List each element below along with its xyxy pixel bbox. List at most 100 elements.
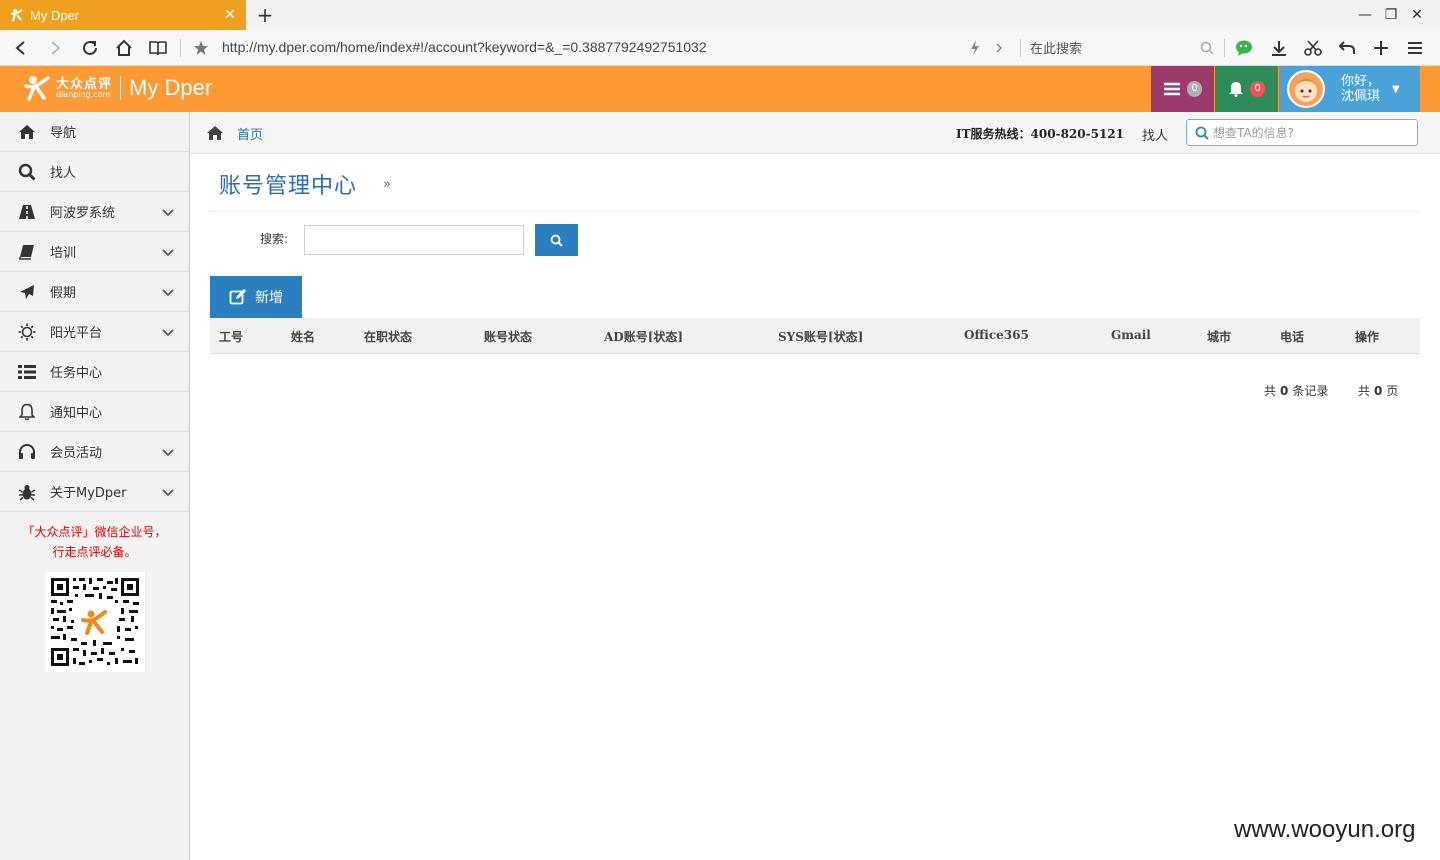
column-header[interactable]: 电话 — [1280, 328, 1304, 345]
caret-down-icon: ▼ — [1392, 83, 1400, 95]
undo-icon[interactable] — [1334, 35, 1360, 61]
column-header[interactable]: 账号状态 — [484, 328, 532, 345]
add-account-button[interactable]: 新增 — [210, 276, 302, 318]
column-header[interactable]: 工号 — [219, 328, 243, 345]
chevron-down-icon — [162, 209, 174, 217]
search-label: 搜索: — [260, 232, 289, 246]
sidebar-item-notifications[interactable]: 通知中心 — [0, 392, 189, 432]
road-icon — [17, 202, 37, 222]
wechat-promo-text: 「大众点评」微信企业号， 行走点评必备。 — [0, 522, 189, 562]
app-name: My Dper — [129, 75, 213, 100]
pager-records-prefix: 共 — [1264, 384, 1277, 398]
search-input[interactable] — [304, 225, 524, 255]
pager-pages-suffix: 页 — [1386, 384, 1399, 398]
logo-cn-text: 大众点评 — [56, 76, 113, 92]
tasks-count-badge: 0 — [1187, 81, 1202, 97]
sidebar-item-tasks[interactable]: 任务中心 — [0, 352, 189, 392]
sidebar-item-find-people[interactable]: 找人 — [0, 152, 189, 192]
search-icon — [1195, 126, 1209, 140]
home-icon — [17, 122, 37, 142]
search-icon — [550, 234, 563, 247]
wechat-icon[interactable] — [1232, 35, 1258, 61]
fast-mode-icon[interactable] — [962, 35, 988, 61]
column-header[interactable]: 在职状态 — [364, 328, 412, 345]
people-search-input[interactable] — [1213, 125, 1413, 140]
chevron-down-icon — [162, 329, 174, 337]
url-chevron-icon[interactable] — [986, 35, 1012, 61]
menu-icon[interactable] — [1402, 35, 1428, 61]
pager-pages-prefix: 共 — [1358, 384, 1371, 398]
app-header: 大众点评 dianping.com My Dper 0 0 你好， 沈佩琪 ▼ — [0, 66, 1440, 112]
reading-mode-icon[interactable] — [145, 35, 171, 61]
bell-icon — [1229, 82, 1243, 97]
reload-icon[interactable] — [77, 35, 103, 61]
restore-icon[interactable]: ❐ — [1378, 0, 1404, 30]
browser-tab-title: My Dper — [30, 7, 80, 23]
browser-toolbar: http://my.dper.com/home/index#!/account?… — [0, 30, 1440, 66]
sidebar-item-holiday[interactable]: 假期 — [0, 272, 189, 312]
breadcrumb-home-link[interactable]: 首页 — [237, 124, 263, 143]
column-header[interactable]: AD账号[状态] — [604, 328, 683, 345]
user-menu[interactable]: 你好， 沈佩琪 ▼ — [1279, 66, 1420, 112]
sidebar-item-label: 阿波罗系统 — [50, 206, 116, 221]
browser-tab-active[interactable]: My Dper ✕ — [0, 0, 246, 30]
accounts-table-header: 工号 姓名 在职状态 账号状态 AD账号[状态] SYS账号[状态] Offic… — [210, 318, 1420, 354]
chevron-down-icon — [162, 289, 174, 297]
column-header[interactable]: 姓名 — [291, 328, 315, 345]
sidebar-item-apollo[interactable]: 阿波罗系统 — [0, 192, 189, 232]
sidebar-item-label: 任务中心 — [50, 366, 103, 381]
it-hotline-text: IT服务热线：400-820-5121 — [956, 127, 1125, 141]
download-icon[interactable] — [1266, 35, 1292, 61]
sidebar-item-nav[interactable]: 导航 — [0, 112, 189, 152]
column-header[interactable]: Gmail — [1111, 328, 1151, 342]
add-icon[interactable] — [1368, 35, 1394, 61]
new-tab-button[interactable]: + — [254, 3, 276, 27]
plane-icon — [17, 282, 37, 302]
toolbar-divider — [180, 39, 181, 57]
list-icon — [17, 362, 37, 382]
chevron-down-icon — [162, 489, 174, 497]
forward-icon[interactable] — [42, 35, 68, 61]
back-icon[interactable] — [8, 35, 34, 61]
pager-pages-count: 0 — [1374, 384, 1383, 398]
scissors-icon[interactable] — [1300, 35, 1326, 61]
page-title-arrow: » — [383, 177, 391, 192]
window-close-icon[interactable]: ✕ — [1404, 0, 1430, 30]
sidebar-item-label: 导航 — [50, 126, 77, 141]
notifications-button[interactable]: 0 — [1215, 66, 1278, 112]
browser-tab-bar: My Dper ✕ + — ❐ ✕ — [0, 0, 1440, 30]
column-header[interactable]: 操作 — [1355, 328, 1379, 345]
column-header[interactable]: SYS账号[状态] — [778, 328, 863, 345]
browser-search-field[interactable]: 在此搜索 — [1030, 38, 1220, 57]
home-browser-icon[interactable] — [111, 35, 137, 61]
home-icon[interactable] — [206, 124, 224, 142]
minimize-icon[interactable]: — — [1352, 0, 1378, 30]
greeting-line1: 你好， — [1341, 74, 1381, 89]
logo-en-text: dianping.com — [56, 89, 111, 99]
column-header[interactable]: Office365 — [964, 328, 1029, 342]
sidebar-item-label: 关于MyDper — [50, 486, 127, 501]
bell-icon — [17, 402, 37, 422]
tab-close-icon[interactable]: ✕ — [220, 7, 240, 23]
pager-records-count: 0 — [1280, 384, 1289, 398]
toolbar-divider — [1020, 39, 1021, 57]
sidebar-item-training[interactable]: 培训 — [0, 232, 189, 272]
toolbar-divider — [1224, 39, 1225, 57]
app-logo[interactable]: 大众点评 dianping.com My Dper — [24, 74, 212, 102]
sidebar-item-label: 培训 — [50, 246, 77, 261]
people-search-box[interactable] — [1186, 119, 1418, 146]
add-account-label: 新增 — [255, 290, 283, 306]
user-name: 沈佩琪 — [1341, 89, 1381, 104]
search-button[interactable] — [535, 224, 578, 256]
browser-search-icon[interactable] — [1194, 35, 1220, 61]
sidebar-item-label: 假期 — [50, 286, 77, 301]
tasks-button[interactable]: 0 — [1151, 66, 1214, 112]
sidebar-item-member-activity[interactable]: 会员活动 — [0, 432, 189, 472]
sidebar-item-about[interactable]: 关于MyDper — [0, 472, 189, 512]
column-header[interactable]: 城市 — [1207, 328, 1231, 345]
sun-icon — [17, 322, 37, 342]
bookmark-star-icon[interactable] — [188, 35, 214, 61]
avatar — [1287, 70, 1325, 108]
sidebar-item-sunshine[interactable]: 阳光平台 — [0, 312, 189, 352]
address-bar[interactable]: http://my.dper.com/home/index#!/account?… — [222, 39, 707, 55]
